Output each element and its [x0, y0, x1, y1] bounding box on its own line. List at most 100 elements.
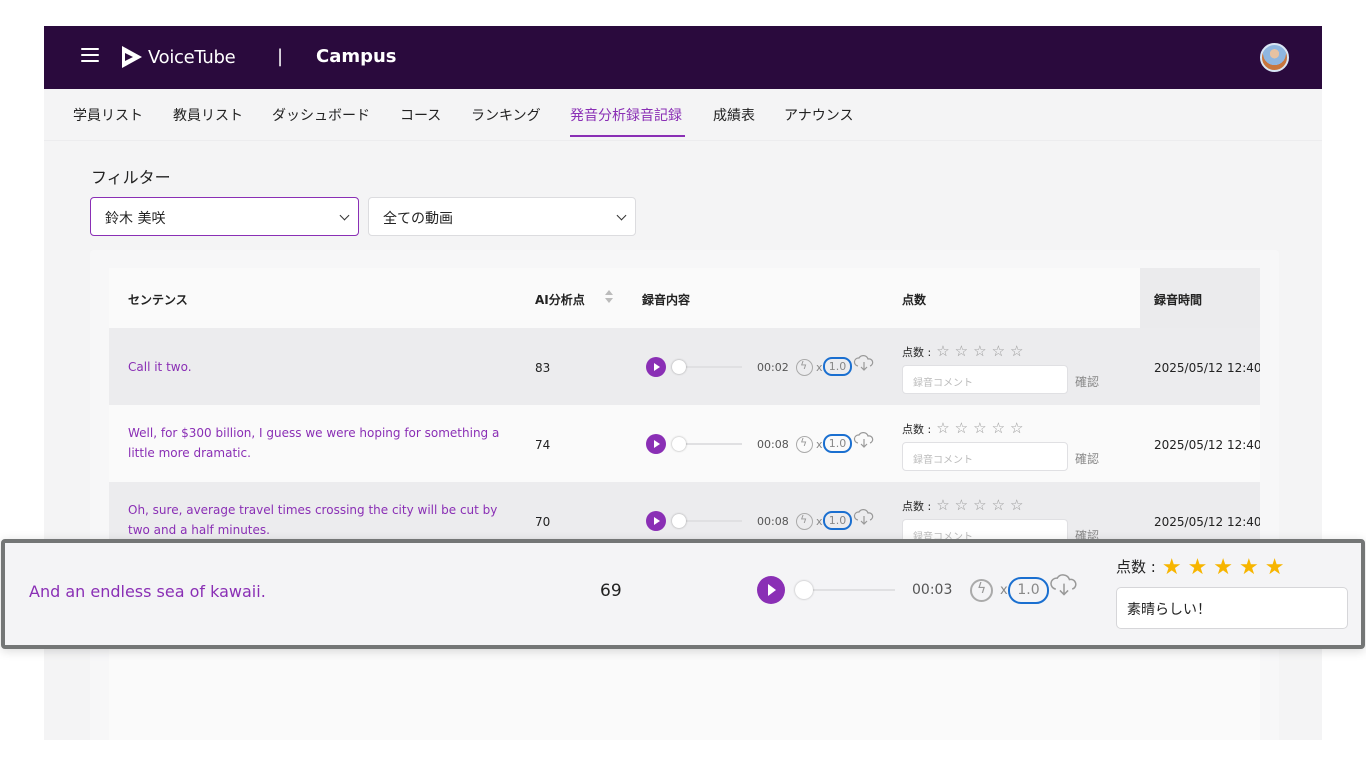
- speed-button[interactable]: 1.0: [823, 511, 852, 530]
- video-select[interactable]: 全ての動画: [368, 197, 636, 236]
- rating: 点数 : ☆ ☆ ☆ ☆ ☆: [902, 342, 1023, 360]
- rating-label: 点数 :: [902, 423, 932, 436]
- comment-input[interactable]: 素晴らしい！: [1116, 587, 1348, 629]
- star-icon[interactable]: ☆: [973, 342, 986, 360]
- sentence-link[interactable]: And an endless sea of kawaii.: [29, 582, 266, 601]
- speed-prefix: x: [816, 515, 823, 528]
- top-bar: VoiceTube | Campus: [44, 26, 1322, 89]
- star-icon[interactable]: ★: [1188, 555, 1208, 580]
- recorded-time: 2025/05/12 12:40:: [1154, 438, 1260, 452]
- cloud-download-icon[interactable]: [853, 509, 875, 525]
- rating-label: 点数 :: [1116, 558, 1156, 576]
- tab-ranking[interactable]: ランキング: [471, 105, 541, 125]
- header-recording: 録音内容: [642, 293, 691, 307]
- lightning-icon[interactable]: [796, 436, 813, 453]
- duration: 00:03: [912, 582, 953, 598]
- table-row: Call it two. 83 00:02 x 1.0 点数 : ☆ ☆ ☆ ☆ ☆ 録音…: [109, 328, 1260, 405]
- star-icon[interactable]: ☆: [973, 496, 986, 514]
- video-select-value: 全ての動画: [383, 211, 453, 227]
- header-time: 録音時間: [1154, 293, 1203, 307]
- star-icon[interactable]: ☆: [955, 342, 968, 360]
- play-icon[interactable]: [646, 434, 666, 454]
- comment-input[interactable]: 録音コメント: [902, 365, 1068, 394]
- sentence-link[interactable]: Call it two.: [128, 357, 508, 377]
- brand-name: VoiceTube: [148, 46, 236, 68]
- rating: 点数 : ★ ★ ★ ★ ★: [1116, 555, 1285, 580]
- lightning-icon[interactable]: [796, 513, 813, 530]
- tab-teacher-list[interactable]: 教員リスト: [173, 105, 243, 125]
- seek-thumb[interactable]: [672, 360, 686, 374]
- star-icon[interactable]: ☆: [1010, 496, 1023, 514]
- star-icon[interactable]: ☆: [1010, 419, 1023, 437]
- ai-score: 83: [535, 361, 551, 375]
- confirm-button[interactable]: 確認: [1075, 373, 1099, 390]
- section-title: Campus: [316, 46, 397, 67]
- filter-title: フィルター: [91, 168, 171, 187]
- sentence-link[interactable]: Well, for $300 billion, I guess we were …: [128, 423, 508, 463]
- seek-track[interactable]: [799, 589, 895, 591]
- sort-icon[interactable]: [605, 290, 613, 304]
- seek-thumb[interactable]: [672, 514, 686, 528]
- star-icon[interactable]: ☆: [936, 342, 949, 360]
- audio-player: 00:03 x 1.0: [757, 574, 1107, 608]
- lightning-icon[interactable]: [970, 579, 993, 602]
- header-separator: |: [277, 46, 284, 67]
- star-icon[interactable]: ★: [1213, 555, 1233, 580]
- cloud-download-icon[interactable]: [1049, 574, 1079, 596]
- play-icon[interactable]: [757, 576, 785, 604]
- speed-prefix: x: [1000, 583, 1008, 598]
- sentence-link[interactable]: Oh, sure, average travel times crossing …: [128, 500, 508, 540]
- active-tab-indicator: [570, 135, 685, 137]
- tab-announcements[interactable]: アナウンス: [784, 105, 853, 125]
- duration: 00:08: [757, 438, 789, 451]
- ai-score: 74: [535, 438, 551, 452]
- header-sentence: センテンス: [128, 293, 188, 307]
- student-select[interactable]: 鈴木 美咲: [90, 197, 359, 236]
- star-icon[interactable]: ☆: [992, 496, 1005, 514]
- speed-button[interactable]: 1.0: [1008, 577, 1049, 604]
- play-triangle-icon: [122, 46, 142, 68]
- star-icon[interactable]: ☆: [973, 419, 986, 437]
- seek-thumb[interactable]: [672, 437, 686, 451]
- duration: 00:08: [757, 515, 789, 528]
- duration: 00:02: [757, 361, 789, 374]
- header-ai-score[interactable]: AI分析点: [535, 291, 585, 308]
- avatar[interactable]: [1260, 43, 1289, 72]
- star-icon[interactable]: ☆: [992, 419, 1005, 437]
- star-icon[interactable]: ☆: [936, 419, 949, 437]
- tab-student-list[interactable]: 学員リスト: [73, 105, 143, 125]
- star-icon[interactable]: ☆: [955, 419, 968, 437]
- tab-pronunciation-records[interactable]: 発音分析録音記録: [570, 105, 682, 125]
- rating: 点数 : ☆ ☆ ☆ ☆ ☆: [902, 496, 1023, 514]
- tab-course[interactable]: コース: [400, 105, 441, 125]
- rating-label: 点数 :: [902, 346, 932, 359]
- chevron-down-icon: [616, 210, 627, 221]
- star-icon[interactable]: ★: [1265, 555, 1285, 580]
- cloud-download-icon[interactable]: [853, 355, 875, 371]
- confirm-button[interactable]: 確認: [1075, 450, 1099, 467]
- seek-thumb[interactable]: [795, 581, 813, 599]
- tab-grades[interactable]: 成績表: [713, 105, 755, 125]
- ai-score: 70: [535, 515, 551, 529]
- star-icon[interactable]: ☆: [1010, 342, 1023, 360]
- recorded-time: 2025/05/12 12:40:: [1154, 515, 1260, 529]
- star-icon[interactable]: ★: [1162, 555, 1182, 580]
- speed-button[interactable]: 1.0: [823, 357, 852, 376]
- comment-input[interactable]: 録音コメント: [902, 442, 1068, 471]
- speed-prefix: x: [816, 361, 823, 374]
- star-icon[interactable]: ☆: [936, 496, 949, 514]
- speed-button[interactable]: 1.0: [823, 434, 852, 453]
- lightning-icon[interactable]: [796, 359, 813, 376]
- header-points: 点数: [902, 293, 927, 307]
- star-icon[interactable]: ☆: [955, 496, 968, 514]
- brand-logo[interactable]: VoiceTube: [122, 44, 236, 70]
- star-icon[interactable]: ★: [1239, 555, 1259, 580]
- cloud-download-icon[interactable]: [853, 432, 875, 448]
- tab-dashboard[interactable]: ダッシュボード: [272, 105, 370, 125]
- hamburger-icon[interactable]: [81, 48, 99, 64]
- play-icon[interactable]: [646, 511, 666, 531]
- play-icon[interactable]: [646, 357, 666, 377]
- chevron-down-icon: [339, 210, 350, 221]
- star-icon[interactable]: ☆: [992, 342, 1005, 360]
- highlighted-row: And an endless sea of kawaii. 69 00:03 x…: [1, 539, 1365, 649]
